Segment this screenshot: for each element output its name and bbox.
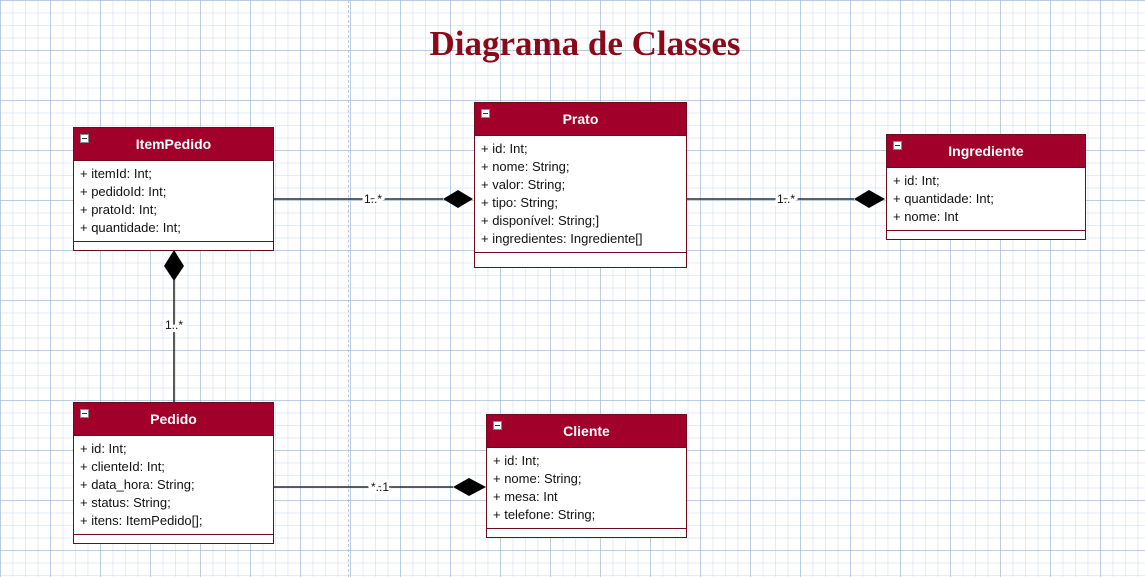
class-attribute: + itemId: Int; [80, 166, 152, 181]
class-attribute: + mesa: Int [493, 489, 558, 504]
class-name: Pedido [150, 411, 197, 427]
class-itempedido[interactable]: ItemPedido + itemId: Int; + pedidoId: Int… [73, 127, 274, 251]
class-attributes: + itemId: Int; + pedidoId: Int; + pratoId:… [74, 161, 273, 241]
relation-pedido-cliente[interactable]: *..1 [274, 478, 486, 497]
collapse-icon[interactable] [80, 409, 89, 418]
relation-prato-ingrediente[interactable]: 1..* [687, 190, 885, 209]
class-methods [74, 534, 273, 543]
class-cliente[interactable]: Cliente + id: Int; + nome: String; + mesa:… [486, 414, 687, 538]
composition-diamond [453, 478, 486, 496]
collapse-icon[interactable] [481, 109, 490, 118]
class-name: Cliente [563, 423, 610, 439]
class-methods [74, 241, 273, 250]
class-header[interactable]: Ingrediente [887, 135, 1085, 168]
class-name: Prato [562, 111, 599, 127]
composition-diamond [164, 250, 184, 281]
class-attribute: + id: Int; [493, 453, 540, 468]
class-attribute: + tipo: String; [481, 195, 558, 210]
collapse-icon[interactable] [80, 134, 89, 143]
class-name: Ingrediente [948, 143, 1024, 159]
class-attributes: + id: Int; + nome: String; + mesa: Int + te… [487, 448, 686, 528]
class-attribute: + valor: String; [481, 177, 566, 192]
class-header[interactable]: Cliente [487, 415, 686, 448]
collapse-icon[interactable] [893, 141, 902, 150]
multiplicity-label: *..1 [371, 480, 389, 494]
class-pedido[interactable]: Pedido + id: Int; + clienteId: Int; + data… [73, 402, 274, 544]
class-attribute: + disponível: String;] [481, 213, 600, 228]
class-attribute: + ingredientes: Ingrediente[] [481, 231, 643, 246]
multiplicity-label: 1..* [364, 192, 382, 206]
class-attribute: + id: Int; [893, 173, 940, 188]
class-header[interactable]: Prato [475, 103, 686, 136]
multiplicity-label: 1..* [165, 318, 183, 332]
class-name: ItemPedido [135, 136, 212, 152]
class-header[interactable]: ItemPedido [74, 128, 273, 161]
class-attribute: + nome: String; [493, 471, 582, 486]
class-methods [487, 528, 686, 537]
relation-itempedido-prato[interactable]: 1..* [274, 190, 473, 209]
class-attribute: + telefone: String; [493, 507, 596, 522]
composition-diamond [854, 190, 885, 208]
class-attribute: + status: String; [80, 495, 171, 510]
class-attribute: + id: Int; [481, 141, 528, 156]
class-attribute: + id: Int; [80, 441, 127, 456]
class-attribute: + nome: Int [893, 209, 959, 224]
relation-pedido-itempedido[interactable]: 1..* [162, 250, 186, 402]
class-attribute: + pedidoId: Int; [80, 184, 167, 199]
collapse-icon[interactable] [493, 421, 502, 430]
class-attribute: + quantidade: Int; [80, 220, 181, 235]
class-attribute: + quantidade: Int; [893, 191, 994, 206]
class-attributes: + id: Int; + nome: String; + valor: String… [475, 136, 686, 252]
class-methods [475, 252, 686, 267]
composition-diamond [443, 190, 473, 208]
class-attribute: + clienteId: Int; [80, 459, 165, 474]
class-attribute: + nome: String; [481, 159, 570, 174]
multiplicity-label: 1..* [777, 192, 795, 206]
class-prato[interactable]: Prato + id: Int; + nome: String; + valor: … [474, 102, 687, 268]
class-methods [887, 230, 1085, 239]
class-attributes: + id: Int; + clienteId: Int; + data_hora: … [74, 436, 273, 534]
class-header[interactable]: Pedido [74, 403, 273, 436]
class-attribute: + itens: ItemPedido[]; [80, 513, 203, 528]
class-ingrediente[interactable]: Ingrediente + id: Int; + quantidade: Int;… [886, 134, 1086, 240]
class-attribute: + data_hora: String; [80, 477, 195, 492]
class-attribute: + pratoId: Int; [80, 202, 157, 217]
class-attributes: + id: Int; + quantidade: Int; + nome: Int [887, 168, 1085, 230]
